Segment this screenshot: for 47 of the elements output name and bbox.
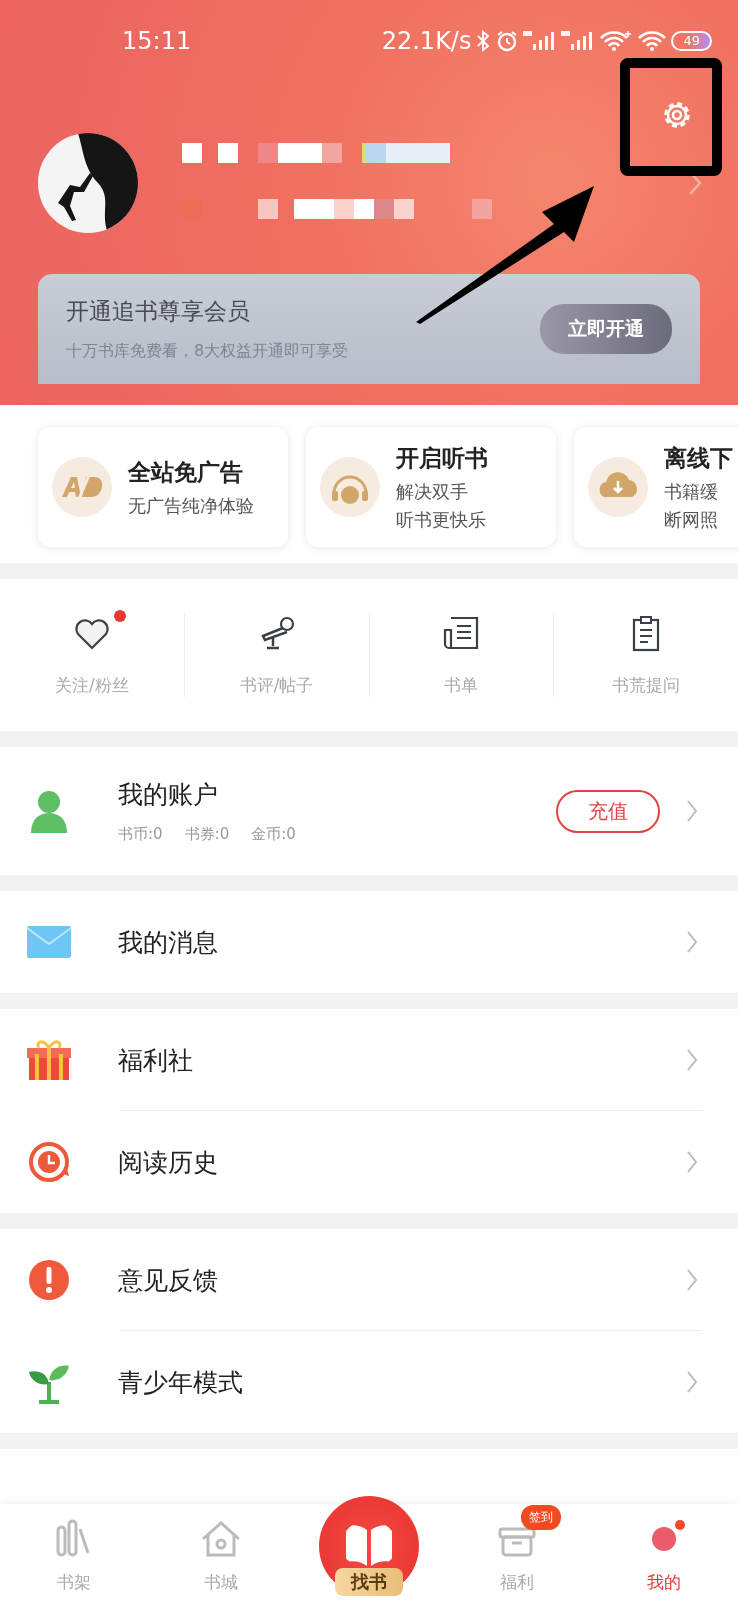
ad-block-icon <box>52 457 112 517</box>
balance-text: 书券:0 <box>184 825 230 844</box>
feature-description: 书籍缓 <box>664 479 719 504</box>
shortcut-label: 关注/粉丝 <box>55 673 129 697</box>
feature-card[interactable]: 全站免广告 无广告纯净体验 <box>38 427 288 547</box>
activate-button[interactable]: 立即开通 <box>540 304 672 354</box>
nav-tab[interactable]: 我的 <box>590 1501 738 1600</box>
chevron-right-icon <box>686 1048 698 1072</box>
chevron-right-icon <box>686 930 698 954</box>
nav-tab[interactable]: 签到 福利 <box>442 1501 591 1600</box>
balance-text: 金币:0 <box>251 825 296 844</box>
find-book-tab[interactable]: 找书 <box>319 1496 419 1600</box>
feature-title: 全站免广告 <box>128 457 244 487</box>
network-speed: 22.1K/s <box>381 27 472 55</box>
shortcut-label: 书荒提问 <box>612 673 681 697</box>
chevron-right-icon <box>686 1150 698 1174</box>
feature-description: 听书更快乐 <box>396 507 487 532</box>
shortcut-label: 书评/帖子 <box>239 673 314 697</box>
cloud-download-icon <box>588 457 648 517</box>
status-time: 15:11 <box>122 27 192 55</box>
wifi-icon <box>637 30 668 52</box>
vip-title: 开通追书尊享会员 <box>66 297 251 326</box>
menu-label: 我的消息 <box>118 926 219 959</box>
menu-label: 意见反馈 <box>118 1264 219 1297</box>
feature-description: 解决双手 <box>396 479 469 504</box>
feature-card[interactable]: 开启听书 解决双手 听书更快乐 <box>306 427 556 547</box>
feature-card[interactable]: 离线下 书籍缓 断网照 <box>574 427 738 547</box>
chevron-right-icon <box>686 1370 698 1394</box>
check-in-badge: 签到 <box>520 1505 561 1530</box>
menu-label: 青少年模式 <box>118 1366 244 1399</box>
feature-title: 开启听书 <box>396 443 488 473</box>
recharge-button[interactable]: 充值 <box>556 789 660 833</box>
chevron-right-icon <box>686 1268 698 1292</box>
shortcut-label: 书单 <box>444 673 479 697</box>
feature-title: 离线下 <box>664 443 733 473</box>
balance-text: 书币:0 <box>118 825 163 844</box>
bluetooth-icon <box>475 30 492 52</box>
vip-subtitle: 十万书库免费看，8大权益开通即可享受 <box>66 341 350 362</box>
battery-indicator: 49 <box>671 31 712 51</box>
feature-description: 无广告纯净体验 <box>128 493 254 518</box>
menu-label: 阅读历史 <box>118 1146 219 1179</box>
wifi-icon <box>599 30 634 52</box>
account-title: 我的账户 <box>118 779 219 811</box>
chevron-right-icon <box>686 799 698 823</box>
menu-label: 福利社 <box>118 1044 194 1077</box>
headphones-icon <box>320 457 380 517</box>
feature-description: 断网照 <box>664 507 719 532</box>
